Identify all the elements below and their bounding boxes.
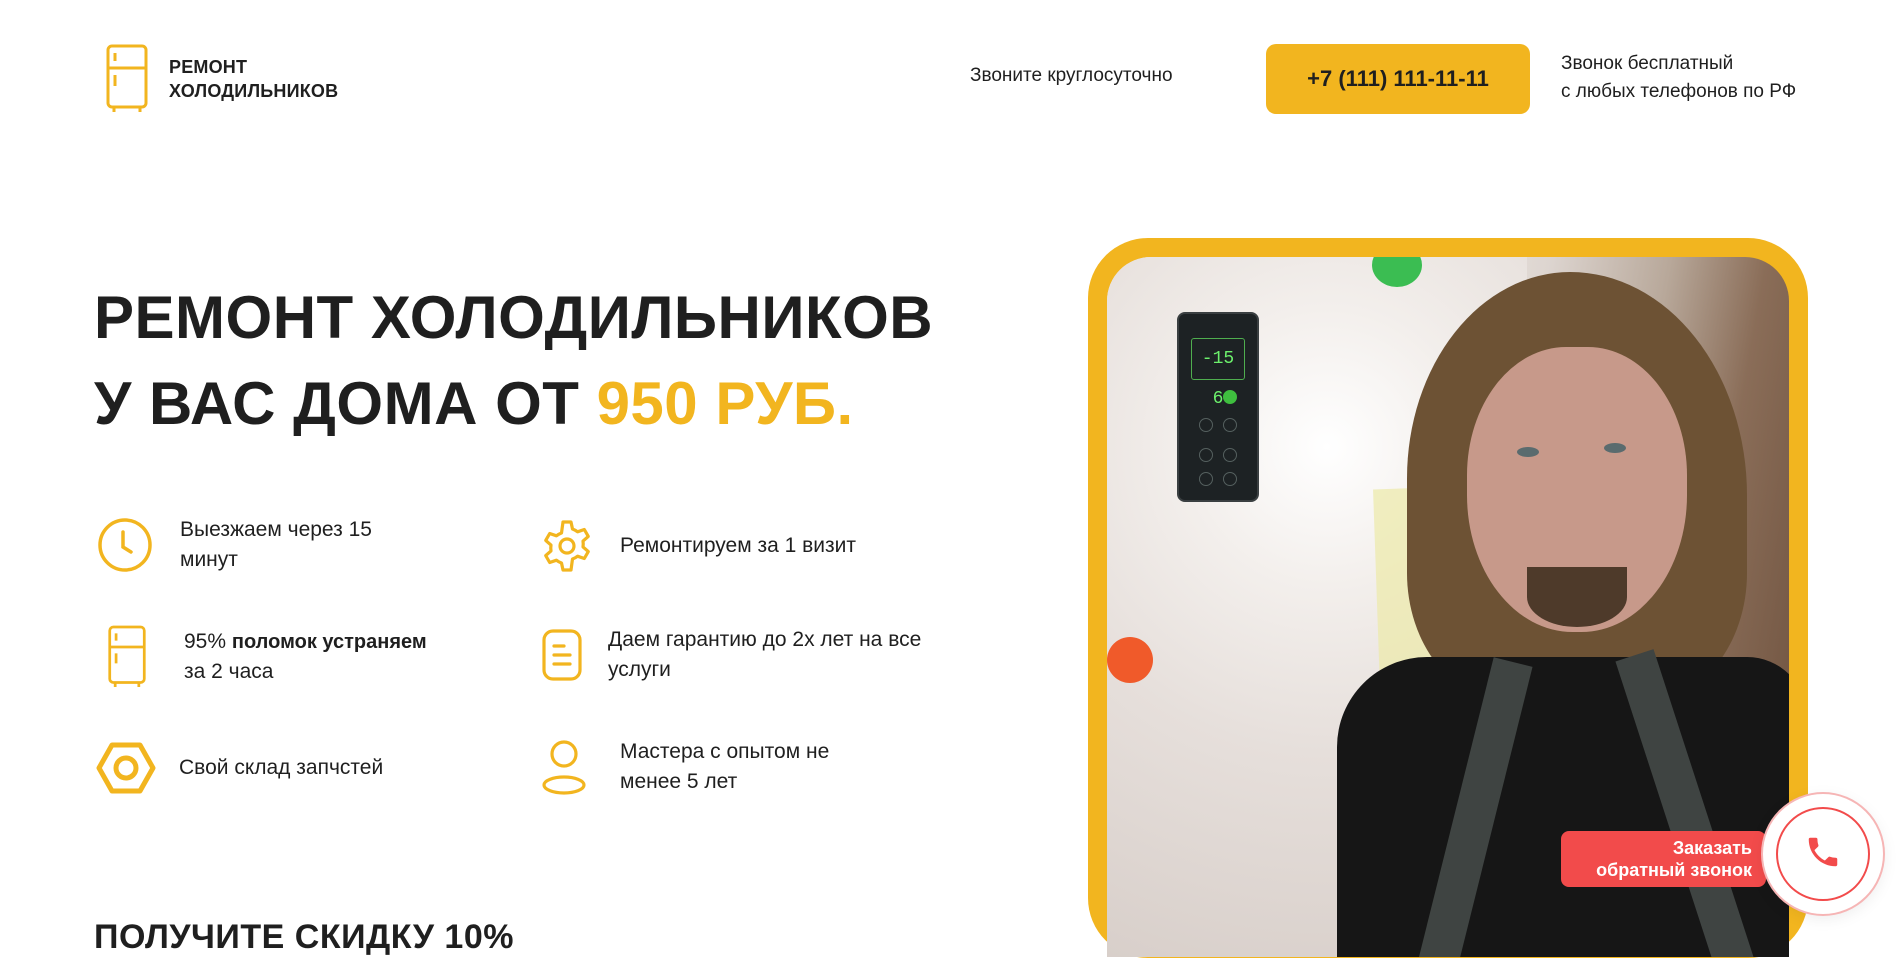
phone-button[interactable]: +7 (111) 111-11-11	[1266, 44, 1530, 114]
logo-line-2: ХОЛОДИЛЬНИКОВ	[169, 81, 339, 101]
feature-fast-fix: 95% поломок устраняем за 2 часа	[105, 622, 444, 692]
callback-button[interactable]	[1763, 794, 1883, 914]
logo[interactable]: РЕМОНТ ХОЛОДИЛЬНИКОВ	[105, 44, 338, 114]
fridge-icon	[105, 44, 149, 114]
nut-icon	[95, 740, 157, 796]
hours-text: Звоните круглосуточно	[970, 65, 1173, 86]
feature-warranty: Даем гарантию до 2х лет на все услуги	[540, 625, 948, 685]
feature-text: 95% поломок устраняем за 2 часа	[184, 627, 444, 687]
callback-label[interactable]: Заказать обратный звонок	[1561, 831, 1766, 887]
hero-title-line-1: РЕМОНТ ХОЛОДИЛЬНИКОВ	[94, 284, 934, 351]
clock-icon	[96, 516, 154, 574]
photo-magnet-orange	[1107, 637, 1153, 683]
photo-panel-button	[1223, 448, 1237, 462]
phone-icon	[1804, 833, 1842, 876]
photo-panel-button	[1199, 418, 1213, 432]
hero-price: 950 РУБ.	[596, 370, 854, 437]
photo-panel-button	[1223, 418, 1237, 432]
photo-temperature-display: -15 6	[1191, 338, 1245, 409]
photo-panel-button	[1199, 448, 1213, 462]
gear-icon	[538, 517, 596, 575]
photo-beard	[1527, 567, 1627, 627]
feature-bold: поломок устраняем	[231, 631, 427, 653]
feature-warehouse: Свой склад запчстей	[95, 740, 383, 796]
feature-text: Ремонтируем за 1 визит	[620, 534, 857, 557]
feature-one-visit: Ремонтируем за 1 визит	[538, 517, 856, 575]
photo-eye	[1604, 443, 1626, 453]
callback-line-2: обратный звонок	[1596, 860, 1752, 880]
feature-text: Свой склад запчстей	[179, 756, 384, 779]
photo-panel-button	[1199, 472, 1213, 486]
feature-suffix: за 2 часа	[184, 660, 274, 683]
feature-arrival: Выезжаем через 15 минут	[96, 515, 400, 575]
free-call-note: Звонок бесплатный с любых телефонов по Р…	[1561, 50, 1796, 106]
photo-panel-button	[1223, 472, 1237, 486]
feature-percent: 95%	[184, 630, 227, 653]
hero-title-line-2: У ВАС ДОМА ОТ 950 РУБ.	[94, 361, 933, 447]
hero-title-prefix: У ВАС ДОМА ОТ	[94, 370, 597, 437]
hero-title: РЕМОНТ ХОЛОДИЛЬНИКОВ У ВАС ДОМА ОТ 950 Р…	[94, 275, 933, 447]
feature-text: Выезжаем через 15 минут	[180, 518, 372, 571]
free-call-line-2: с любых телефонов по РФ	[1561, 81, 1797, 102]
callback-line-1: Заказать	[1672, 838, 1752, 858]
user-icon	[540, 738, 588, 796]
logo-text: РЕМОНТ ХОЛОДИЛЬНИКОВ	[169, 55, 338, 103]
feature-text: Мастера с опытом не менее 5 лет	[620, 740, 830, 793]
feature-masters: Мастера с опытом не менее 5 лет	[540, 737, 860, 797]
fridge-icon	[105, 622, 149, 692]
callback-ring	[1776, 807, 1870, 901]
free-call-line-1: Звонок бесплатный	[1561, 53, 1734, 74]
photo-eye	[1517, 447, 1539, 457]
logo-line-1: РЕМОНТ	[169, 57, 248, 77]
photo-control-panel: -15 6	[1177, 312, 1259, 502]
document-icon	[540, 627, 584, 683]
feature-text: Даем гарантию до 2х лет на все услуги	[608, 628, 922, 681]
photo-panel-led	[1223, 390, 1237, 404]
